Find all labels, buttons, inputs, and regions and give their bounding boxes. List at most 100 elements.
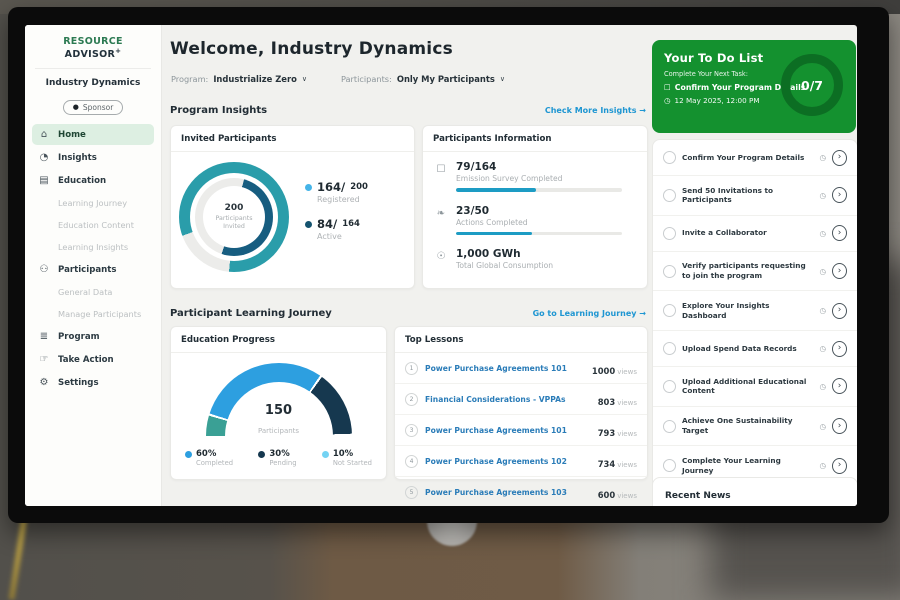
legend-label: Registered [317, 195, 368, 204]
participants-information-card: Participants Information ☐ 79/164 Emissi… [422, 125, 648, 289]
invited-donut-chart: 200 Participants Invited [179, 162, 289, 272]
donut-center-value: 200 [225, 203, 244, 213]
task-open-button[interactable]: › [832, 225, 847, 241]
sidebar-item-participants[interactable]: ⚇ Participants [32, 259, 154, 280]
task-checkbox[interactable] [663, 189, 676, 202]
lesson-row: 1 Power Purchase Agreements 101 1000view… [395, 353, 647, 384]
logo-advisor: ADVISOR [65, 49, 115, 60]
task-row: Send 50 Invitations to Participants ◷ › [653, 176, 857, 216]
legend-dot [258, 451, 265, 458]
task-row: Upload Spend Data Records ◷ › [653, 331, 857, 367]
sidebar-item-learning-insights[interactable]: Learning Insights [32, 237, 154, 257]
sponsor-badge[interactable]: ● Sponsor [63, 100, 124, 115]
top-lessons-card: Top Lessons 1 Power Purchase Agreements … [394, 326, 648, 480]
task-checkbox[interactable] [663, 380, 676, 393]
legend-value: 84/ [317, 217, 337, 231]
task-checkbox[interactable] [663, 342, 676, 355]
next-task-icon: ☐ [664, 83, 671, 92]
legend-dot [185, 451, 192, 458]
task-open-button[interactable]: › [832, 378, 847, 394]
progress-bar [456, 232, 622, 236]
legend-denominator: 200 [350, 182, 368, 192]
stat-value: 23/50 [456, 205, 622, 217]
lesson-views: 734 [598, 459, 615, 469]
app-logo: RESOURCE ADVISOR+ [35, 25, 151, 69]
stat-label: Emission Survey Completed [456, 174, 622, 183]
lesson-row: 5 Power Purchase Agreements 103 600views [395, 477, 647, 506]
sidebar-item-take-action[interactable]: ☞ Take Action [32, 349, 154, 370]
participants-filter[interactable]: Participants: Only My Participants ∨ [341, 74, 505, 84]
task-open-button[interactable]: › [832, 150, 847, 166]
clock-icon: ◷ [819, 461, 826, 470]
task-open-button[interactable]: › [832, 187, 847, 203]
task-open-button[interactable]: › [832, 458, 847, 474]
sidebar: RESOURCE ADVISOR+ Industry Dynamics ● Sp… [25, 25, 162, 506]
settings-icon: ⚙ [38, 377, 50, 388]
lesson-row: 2 Financial Considerations - VPPAs 803vi… [395, 384, 647, 415]
card-title: Top Lessons [395, 327, 647, 353]
sidebar-item-label: Take Action [58, 355, 114, 365]
sidebar-item-home[interactable]: ⌂ Home [32, 124, 154, 145]
recent-news-card: Recent News [652, 477, 857, 506]
task-checkbox[interactable] [663, 227, 676, 240]
task-open-button[interactable]: › [832, 341, 847, 357]
task-label: Upload Spend Data Records [682, 344, 813, 354]
task-open-button[interactable]: › [832, 418, 847, 434]
clock-icon: ◷ [819, 344, 826, 353]
task-label: Invite a Collaborator [682, 228, 813, 238]
lesson-link[interactable]: Power Purchase Agreements 103 [425, 488, 591, 497]
task-open-button[interactable]: › [832, 303, 847, 319]
task-checkbox[interactable] [663, 420, 676, 433]
learning-journey-heading: Participant Learning Journey [170, 308, 332, 319]
participants-filter-label: Participants: [341, 74, 392, 84]
todo-progress-value: 0/7 [801, 78, 823, 93]
sidebar-item-settings[interactable]: ⚙ Settings [32, 372, 154, 393]
legend-label: Active [317, 232, 368, 241]
todo-summary-card: Your To Do List Complete Your Next Task:… [652, 40, 856, 133]
task-row: Confirm Your Program Details ◷ › [653, 140, 857, 176]
sidebar-item-manage-participants[interactable]: Manage Participants [32, 304, 154, 324]
sidebar-item-insights[interactable]: ◔ Insights [32, 147, 154, 168]
todo-due-date: 12 May 2025, 12:00 PM [675, 96, 760, 105]
check-more-insights-link[interactable]: Check More Insights → [545, 106, 646, 115]
sidebar-item-general-data[interactable]: General Data [32, 282, 154, 302]
task-row: Invite a Collaborator ◷ › [653, 216, 857, 252]
lesson-link[interactable]: Financial Considerations - VPPAs [425, 395, 591, 404]
link-label: Check More Insights [545, 106, 637, 115]
clock-icon: ◷ [819, 382, 826, 391]
task-label: Send 50 Invitations to Participants [682, 186, 813, 206]
lesson-link[interactable]: Power Purchase Agreements 101 [425, 364, 585, 373]
todo-task-list: Confirm Your Program Details ◷ › Send 50… [652, 139, 857, 506]
stat-value: 79/164 [456, 161, 622, 173]
legend-dot [305, 221, 312, 228]
task-checkbox[interactable] [663, 304, 676, 317]
page-title: Welcome, Industry Dynamics [170, 39, 453, 59]
task-checkbox[interactable] [663, 151, 676, 164]
donut-center-label: Participants Invited [216, 215, 253, 231]
views-suffix: views [617, 492, 637, 500]
participants-icon: ⚇ [38, 264, 50, 275]
logo-plus: + [115, 47, 121, 55]
task-checkbox[interactable] [663, 459, 676, 472]
lesson-views: 600 [598, 490, 615, 500]
lesson-link[interactable]: Power Purchase Agreements 102 [425, 457, 591, 466]
task-open-button[interactable]: › [832, 263, 847, 279]
sidebar-item-program[interactable]: ≣ Program [32, 326, 154, 347]
task-checkbox[interactable] [663, 265, 676, 278]
lesson-link[interactable]: Power Purchase Agreements 101 [425, 426, 591, 435]
legend-value: 60% [196, 449, 233, 459]
sidebar-item-label: Insights [58, 153, 97, 163]
go-to-learning-journey-link[interactable]: Go to Learning Journey → [533, 309, 646, 318]
lesson-views: 803 [598, 397, 615, 407]
views-suffix: views [617, 368, 637, 376]
lesson-row: 4 Power Purchase Agreements 102 734views [395, 446, 647, 477]
sidebar-item-education[interactable]: ▤ Education [32, 170, 154, 191]
program-filter[interactable]: Program: Industrialize Zero ∨ [171, 74, 307, 84]
task-label: Explore Your Insights Dashboard [682, 301, 813, 321]
take-action-icon: ☞ [38, 354, 50, 365]
clock-icon: ◷ [819, 229, 826, 238]
lesson-views: 1000 [592, 366, 615, 376]
sidebar-item-education-content[interactable]: Education Content [32, 215, 154, 235]
sidebar-item-label: Participants [58, 265, 117, 275]
sidebar-item-learning-journey[interactable]: Learning Journey [32, 193, 154, 213]
